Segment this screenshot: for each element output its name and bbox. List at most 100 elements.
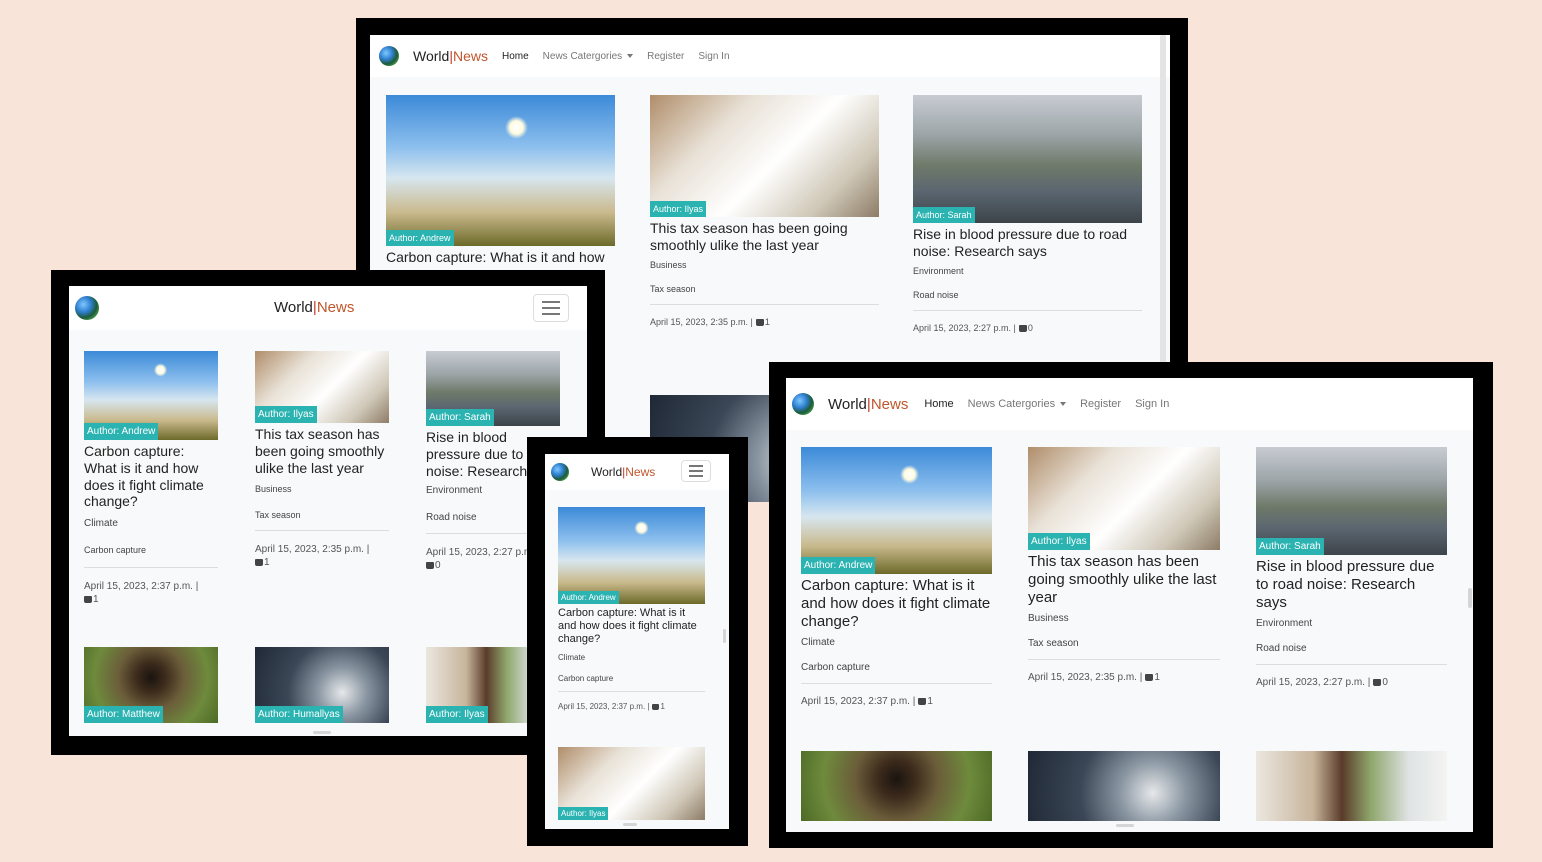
divider — [255, 530, 389, 532]
card-road[interactable]: Author: Sarah Rise in blood pressure due… — [913, 95, 1142, 333]
article-category[interactable]: Business — [1028, 613, 1220, 624]
article-title[interactable]: Carbon capture: What is it and how does … — [386, 249, 615, 266]
card-carbon[interactable]: Author: Andrew Carbon capture: What is i… — [84, 351, 218, 606]
author-badge: Author: Sarah — [426, 409, 494, 426]
menu-toggle-button[interactable] — [681, 460, 711, 482]
author-badge: Author: Andrew — [84, 423, 159, 440]
article-tag[interactable]: Road noise — [913, 290, 1142, 300]
article-title[interactable]: This tax season has been going smoothly … — [255, 426, 389, 476]
scrollbar[interactable] — [723, 629, 726, 643]
article-image: Author: Humallyas — [255, 647, 389, 723]
article-category[interactable]: Environment — [913, 266, 1142, 276]
divider — [84, 567, 218, 569]
nav-signin[interactable]: Sign In — [698, 51, 729, 62]
thumbs-up-icon[interactable] — [84, 596, 92, 604]
card-road[interactable]: Author: Sarah Rise in blood pressure due… — [1256, 447, 1447, 688]
date-text: April 15, 2023, 2:37 p.m. | — [84, 581, 199, 593]
thumbs-up-icon[interactable] — [255, 559, 263, 567]
card-tax[interactable]: Author: Ilyas — [558, 747, 705, 820]
scrollbar[interactable] — [1468, 588, 1472, 608]
chevron-down-icon — [1060, 402, 1067, 407]
article-image: Author: Ilyas — [255, 351, 389, 423]
scrollbar-handle[interactable] — [313, 731, 331, 734]
scrollbar-handle[interactable] — [623, 823, 637, 826]
card-smoke[interactable]: Author: Humallyas — [255, 647, 389, 723]
article-tag[interactable]: Carbon capture — [801, 662, 992, 673]
globe-logo-icon[interactable] — [75, 296, 99, 320]
article-tag[interactable]: Tax season — [255, 510, 389, 520]
card-tax[interactable]: Author: Ilyas This tax season has been g… — [650, 95, 879, 327]
card-carbon[interactable]: Author: Andrew Carbon capture: What is i… — [386, 95, 615, 266]
globe-logo-icon[interactable] — [551, 463, 569, 481]
author-badge: Author: Ilyas — [1028, 533, 1090, 550]
globe-logo-icon[interactable] — [379, 46, 399, 66]
thumbs-up-icon[interactable] — [1018, 324, 1027, 332]
article-category[interactable]: Climate — [558, 653, 705, 662]
article-category[interactable]: Business — [255, 484, 389, 494]
brand-logo[interactable]: World|News — [274, 299, 354, 316]
thumbs-up-icon[interactable] — [1145, 674, 1154, 681]
article-date: April 15, 2023, 2:35 p.m. | 1 — [650, 317, 879, 327]
article-title[interactable]: Rise in blood pressure due to road noise… — [913, 226, 1142, 260]
article-category[interactable]: Business — [650, 260, 879, 270]
article-tag[interactable]: Tax season — [650, 284, 879, 294]
article-image: Author: Andrew — [801, 447, 992, 574]
article-title[interactable]: Carbon capture: What is it and how does … — [84, 443, 218, 510]
thumbs-up-icon[interactable] — [652, 703, 660, 710]
card-carbon[interactable]: Author: Andrew Carbon capture: What is i… — [801, 447, 992, 707]
article-image — [1256, 751, 1447, 821]
nav-register[interactable]: Register — [1080, 398, 1121, 410]
article-category[interactable]: Climate — [84, 518, 218, 529]
nav-home[interactable]: Home — [924, 398, 953, 410]
nav-home[interactable]: Home — [502, 51, 529, 62]
thumbs-up-icon[interactable] — [1373, 679, 1382, 686]
article-tag[interactable]: Carbon capture — [84, 545, 218, 555]
like-count: 1 — [93, 594, 99, 606]
author-badge: Author: Andrew — [558, 591, 619, 604]
author-badge: Author: Ilyas — [255, 406, 317, 423]
card-smoke[interactable] — [1028, 751, 1220, 821]
article-date: April 15, 2023, 2:37 p.m. | 1 — [558, 702, 705, 711]
card-girl[interactable] — [1256, 751, 1447, 821]
nav-categories[interactable]: News Catergories — [543, 51, 634, 62]
nav-categories[interactable]: News Catergories — [968, 398, 1067, 410]
hamburger-icon — [689, 475, 703, 477]
card-pipe[interactable] — [801, 751, 992, 821]
date-text: April 15, 2023, 2:37 p.m. | — [558, 701, 650, 711]
article-title[interactable]: This tax season has been going smoothly … — [650, 220, 879, 254]
hamburger-icon — [542, 307, 560, 309]
thumbs-up-icon[interactable] — [426, 562, 434, 570]
navbar: World|News — [69, 286, 587, 330]
nav-register[interactable]: Register — [647, 51, 684, 62]
like-count: 1 — [264, 557, 270, 569]
card-tax[interactable]: Author: Ilyas This tax season has been g… — [1028, 447, 1220, 683]
globe-logo-icon[interactable] — [792, 393, 814, 415]
brand-logo[interactable]: World|News — [591, 465, 655, 479]
article-title[interactable]: This tax season has been going smoothly … — [1028, 553, 1220, 607]
brand-logo[interactable]: World|News — [828, 396, 908, 413]
article-tag[interactable]: Tax season — [1028, 638, 1220, 649]
brand-logo[interactable]: World|News — [413, 48, 488, 64]
article-tag[interactable]: Carbon capture — [558, 674, 705, 683]
article-title[interactable]: Carbon capture: What is it and how does … — [558, 607, 705, 647]
article-date: April 15, 2023, 2:37 p.m. | 1 — [801, 696, 992, 707]
article-title[interactable]: Rise in blood pressure due to road noise… — [1256, 558, 1447, 612]
article-category[interactable]: Environment — [1256, 618, 1447, 629]
card-pipe[interactable]: Author: Matthew — [84, 647, 218, 723]
hamburger-icon — [542, 301, 560, 303]
scrollbar-handle[interactable] — [1116, 824, 1134, 827]
article-tag[interactable]: Road noise — [1256, 643, 1447, 654]
date-text: April 15, 2023, 2:27 p.m. | — [1256, 677, 1371, 688]
divider — [1028, 659, 1220, 660]
card-carbon[interactable]: Author: Andrew Carbon capture: What is i… — [558, 507, 705, 711]
menu-toggle-button[interactable] — [533, 294, 569, 322]
article-title[interactable]: Carbon capture: What is it and how does … — [801, 577, 992, 631]
card-tax[interactable]: Author: Ilyas This tax season has been g… — [255, 351, 389, 569]
like-count: 1 — [660, 701, 665, 711]
nav-signin[interactable]: Sign In — [1135, 398, 1169, 410]
article-category[interactable]: Climate — [801, 637, 992, 648]
thumbs-up-icon[interactable] — [755, 318, 764, 326]
author-badge: Author: Ilyas — [558, 807, 609, 820]
navbar: World|News Home News Catergories Registe… — [370, 35, 1170, 77]
thumbs-up-icon[interactable] — [918, 698, 927, 705]
